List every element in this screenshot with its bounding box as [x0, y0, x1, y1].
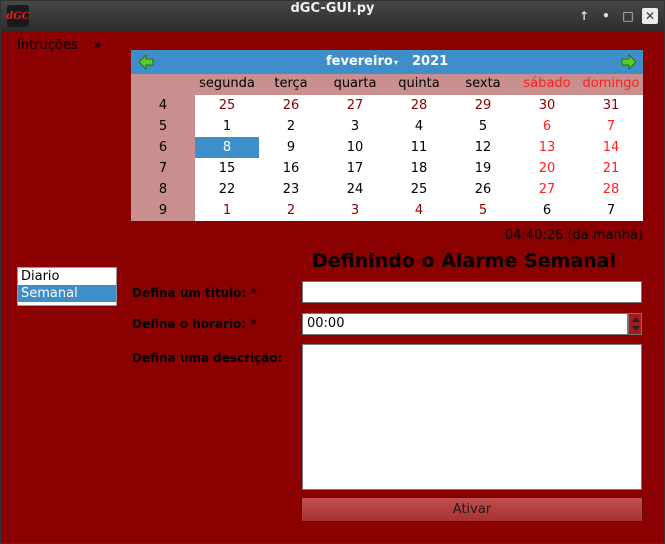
- calendar-day[interactable]: 1: [195, 116, 259, 137]
- calendar-day[interactable]: 12: [451, 137, 515, 158]
- form-heading: Definindo o Alarme Semanal: [312, 250, 616, 272]
- calendar-day[interactable]: 3: [323, 200, 387, 221]
- month-dropdown-icon[interactable]: ▾: [394, 58, 398, 67]
- time-spinner[interactable]: [628, 313, 642, 335]
- time-label: Defina o horario: *: [132, 317, 257, 331]
- list-item-diario[interactable]: Diario: [18, 268, 116, 285]
- calendar-day[interactable]: 21: [579, 158, 643, 179]
- calendar-day[interactable]: 30: [515, 95, 579, 116]
- calendar-day[interactable]: 7: [579, 200, 643, 221]
- calendar-day[interactable]: 5: [451, 200, 515, 221]
- calendar-day[interactable]: 14: [579, 137, 643, 158]
- prev-month-icon[interactable]: [137, 53, 155, 71]
- menu-item-instructions[interactable]: Intruções: [17, 38, 78, 53]
- calendar-day[interactable]: 19: [451, 158, 515, 179]
- title-input[interactable]: [302, 281, 642, 303]
- week-number: 4: [131, 95, 195, 116]
- time-input[interactable]: 00:00: [302, 313, 628, 335]
- calendar-day[interactable]: 15: [195, 158, 259, 179]
- dot-icon[interactable]: •: [598, 8, 614, 24]
- alarm-type-list: Diario Semanal: [17, 267, 117, 306]
- calendar-day[interactable]: 10: [323, 137, 387, 158]
- activate-button[interactable]: Ativar: [301, 497, 643, 522]
- calendar-day[interactable]: 2: [259, 116, 323, 137]
- next-month-icon[interactable]: [620, 53, 638, 71]
- weekday-segunda: segunda: [199, 76, 255, 91]
- weekday-header: segunda terça quarta quinta sexta sábado domin…: [131, 74, 643, 95]
- calendar-day[interactable]: 22: [195, 179, 259, 200]
- calendar-day[interactable]: 8: [195, 137, 259, 158]
- spinner-up-icon[interactable]: [632, 317, 640, 322]
- calendar-day[interactable]: 25: [387, 179, 451, 200]
- calendar-day[interactable]: 1: [195, 200, 259, 221]
- description-label: Defina uma descrição:: [132, 351, 283, 365]
- calendar-day[interactable]: 28: [579, 179, 643, 200]
- calendar-day[interactable]: 2: [259, 200, 323, 221]
- calendar: fevereiro ▾ 2021 segunda terça quarta quint…: [131, 50, 643, 221]
- window-title: dGC-GUI.py: [290, 1, 375, 16]
- title-label: Defina um titulo: *: [132, 286, 257, 300]
- year-label[interactable]: 2021: [412, 54, 448, 69]
- month-select[interactable]: fevereiro: [326, 54, 393, 69]
- week-number: 7: [131, 158, 195, 179]
- week-number: 5: [131, 116, 195, 137]
- list-item-semanal[interactable]: Semanal: [18, 285, 116, 302]
- calendar-day[interactable]: 23: [259, 179, 323, 200]
- weekday-terça: terça: [274, 76, 308, 91]
- calendar-day[interactable]: 3: [323, 116, 387, 137]
- weekday-sexta: sexta: [465, 76, 501, 91]
- clock: 04:40:26 (da manhã): [504, 228, 643, 243]
- week-number: 6: [131, 137, 195, 158]
- calendar-day[interactable]: 18: [387, 158, 451, 179]
- week-number: 8: [131, 179, 195, 200]
- calendar-day[interactable]: 9: [259, 137, 323, 158]
- calendar-day[interactable]: 6: [515, 200, 579, 221]
- calendar-day[interactable]: 25: [195, 95, 259, 116]
- maximize-icon[interactable]: □: [620, 8, 636, 24]
- calendar-day[interactable]: 17: [323, 158, 387, 179]
- close-icon[interactable]: ✕: [642, 8, 658, 24]
- weekday-quarta: quarta: [333, 76, 377, 91]
- calendar-day[interactable]: 24: [323, 179, 387, 200]
- description-textarea[interactable]: [302, 344, 642, 490]
- menu-more-icon[interactable]: »: [94, 38, 102, 53]
- calendar-day[interactable]: 16: [259, 158, 323, 179]
- up-icon[interactable]: ↑: [576, 8, 592, 24]
- weekday-sábado: sábado: [523, 76, 571, 91]
- calendar-day[interactable]: 4: [387, 200, 451, 221]
- weekday-domingo: domingo: [582, 76, 640, 91]
- calendar-day[interactable]: 7: [579, 116, 643, 137]
- app-window: dGC dGC-GUI.py ↑ • □ ✕ Intruções » fever…: [0, 0, 665, 544]
- calendar-day[interactable]: 5: [451, 116, 515, 137]
- calendar-day[interactable]: 4: [387, 116, 451, 137]
- calendar-day[interactable]: 27: [323, 95, 387, 116]
- calendar-day[interactable]: 11: [387, 137, 451, 158]
- calendar-day[interactable]: 6: [515, 116, 579, 137]
- calendar-day[interactable]: 28: [387, 95, 451, 116]
- menu-bar: Intruções »: [17, 38, 102, 53]
- week-number: 9: [131, 200, 195, 221]
- calendar-day[interactable]: 20: [515, 158, 579, 179]
- calendar-day[interactable]: 26: [451, 179, 515, 200]
- calendar-header: fevereiro ▾ 2021: [131, 50, 643, 74]
- calendar-day[interactable]: 26: [259, 95, 323, 116]
- calendar-day[interactable]: 27: [515, 179, 579, 200]
- calendar-day[interactable]: 31: [579, 95, 643, 116]
- title-bar: dGC dGC-GUI.py ↑ • □ ✕: [1, 1, 664, 31]
- weekday-quinta: quinta: [398, 76, 440, 91]
- calendar-day[interactable]: 29: [451, 95, 515, 116]
- calendar-day[interactable]: 13: [515, 137, 579, 158]
- spinner-down-icon[interactable]: [632, 326, 640, 331]
